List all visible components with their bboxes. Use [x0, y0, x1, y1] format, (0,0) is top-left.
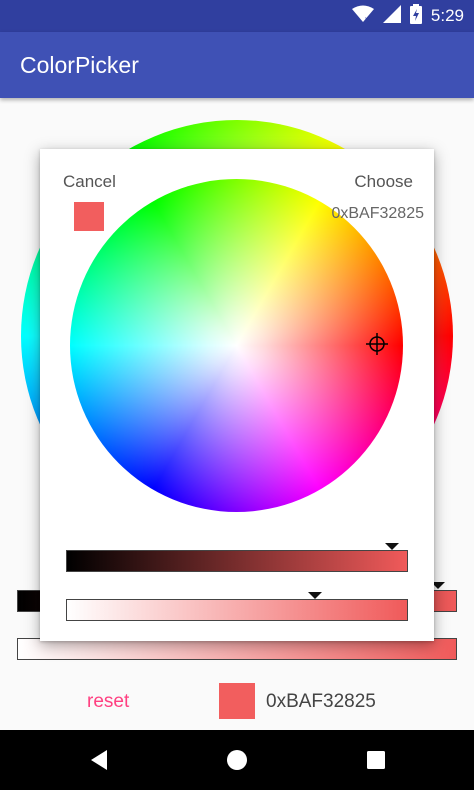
color-wheel[interactable]	[70, 179, 403, 512]
selected-color-swatch	[74, 202, 104, 231]
background-alpha-slider[interactable]	[17, 638, 457, 660]
app-title: ColorPicker	[20, 52, 139, 78]
crosshair-icon[interactable]	[366, 333, 388, 355]
app-bar: ColorPicker	[0, 32, 474, 98]
status-bar: x 5:29	[0, 0, 474, 32]
back-icon[interactable]	[88, 748, 112, 772]
color-picker-dialog: Cancel Choose 0xBAF32825	[40, 149, 434, 641]
value-slider-marker[interactable]	[385, 543, 399, 550]
choose-button[interactable]: Choose	[354, 172, 413, 192]
cell-signal-icon	[382, 4, 401, 28]
alpha-slider-marker[interactable]	[308, 592, 322, 599]
status-icons: x 5:29	[351, 3, 464, 29]
status-time: 5:29	[430, 6, 464, 25]
reset-button[interactable]: reset	[87, 691, 129, 713]
navigation-bar	[0, 730, 474, 790]
battery-charging-icon	[409, 3, 422, 29]
wifi-icon: x	[351, 5, 374, 28]
recents-icon[interactable]	[364, 748, 388, 772]
home-icon[interactable]	[225, 748, 249, 772]
alpha-slider[interactable]	[66, 599, 408, 621]
current-color-swatch	[219, 683, 255, 719]
value-slider[interactable]	[66, 550, 408, 572]
current-color-hex: 0xBAF32825	[266, 691, 376, 712]
svg-text:x: x	[365, 15, 369, 23]
cancel-button[interactable]: Cancel	[63, 172, 116, 192]
selected-color-hex: 0xBAF32825	[331, 205, 424, 222]
